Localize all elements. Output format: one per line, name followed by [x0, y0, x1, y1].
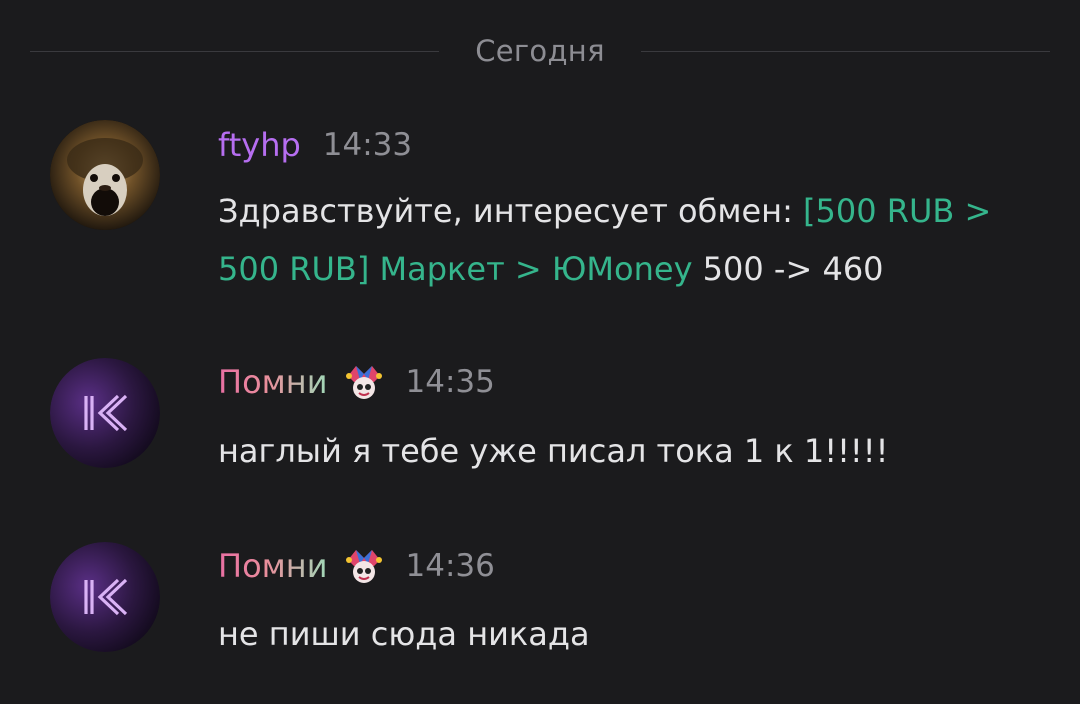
jester-badge-icon [345, 366, 382, 399]
separator-line-right [640, 50, 1051, 52]
day-separator-label: Сегодня [475, 34, 605, 68]
message-text: наглый я тебе уже писал тока 1 к 1!!!!! [218, 432, 889, 470]
day-separator: Сегодня [30, 30, 1051, 72]
author-name[interactable]: Помни [218, 547, 328, 585]
message-time: 14:35 [405, 364, 495, 400]
jester-badge-icon [345, 550, 382, 583]
k-logo-avatar-icon[interactable] [50, 542, 160, 652]
chat-view: Сегодня ftyhp 14:33 Здравствуйте, интере… [0, 0, 1080, 704]
author-name[interactable]: ftyhp [218, 126, 301, 164]
message-text: Здравствуйте, интересует обмен: [500 RUB… [218, 182, 1028, 298]
message-time: 14:36 [405, 548, 495, 584]
message-time: 14:33 [322, 127, 413, 163]
message-header: Помни 14:36 [218, 544, 495, 588]
message-header: ftyhp 14:33 [218, 123, 412, 167]
separator-line-left [30, 50, 440, 52]
k-logo-avatar-icon[interactable] [50, 358, 160, 468]
message-text-after: 500 -> 460 [692, 250, 884, 288]
message-text: не пиши сюда никада [218, 615, 590, 653]
message-header: Помни 14:35 [218, 360, 495, 404]
author-name[interactable]: Помни [218, 363, 328, 401]
message-text-before: Здравствуйте, интересует обмен: [218, 192, 804, 230]
monkey-avatar-icon[interactable] [50, 120, 160, 230]
